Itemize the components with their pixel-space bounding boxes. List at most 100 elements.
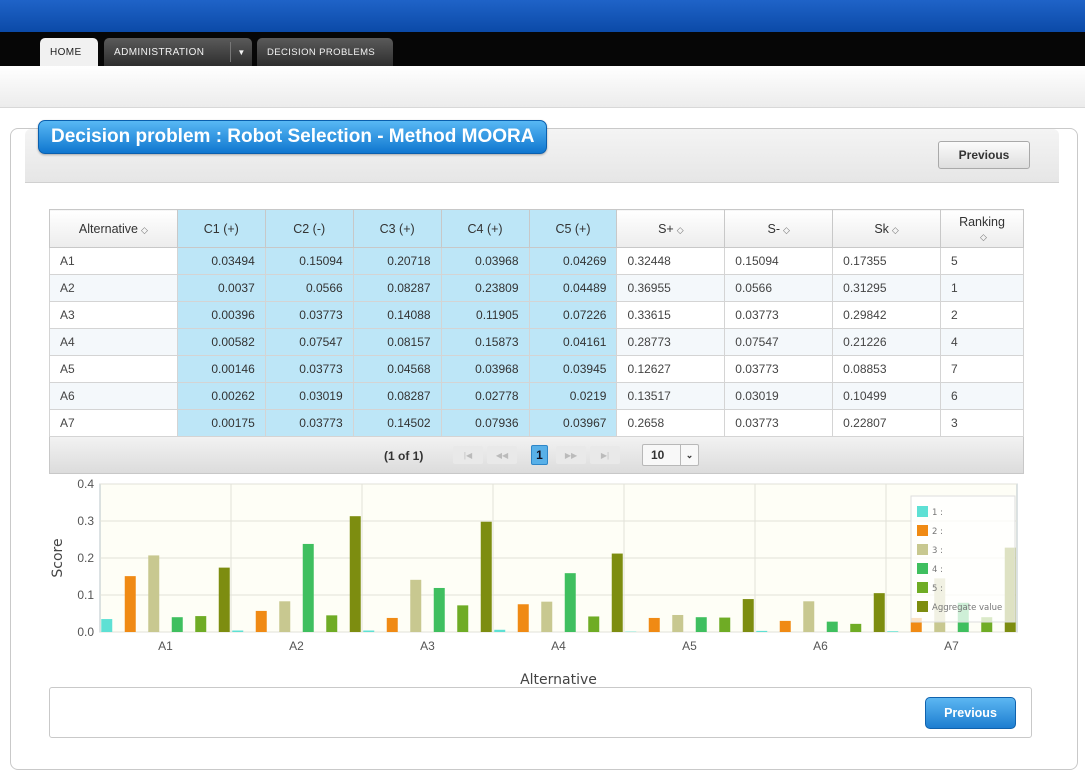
page-title: Decision problem : Robot Selection - Met… (38, 120, 548, 154)
prev-page-icon[interactable]: ◀◀ (487, 446, 517, 464)
table-cell: 6 (940, 382, 1024, 410)
last-page-icon[interactable]: ▶| (590, 446, 620, 464)
legend-label: 3 : (932, 546, 943, 556)
x-axis-title: Alternative (520, 672, 597, 686)
x-tick-label: A5 (682, 639, 697, 653)
table-cell: 2 (940, 301, 1024, 329)
sub-toolbar (0, 66, 1085, 108)
bar-5-A2 (326, 615, 338, 632)
table-cell: 0.07936 (440, 409, 530, 437)
legend-label: 4 : (932, 565, 943, 575)
y-tick-label: 0.0 (77, 625, 94, 639)
table-cell: 0.00582 (176, 328, 266, 356)
table-cell: A7 (49, 409, 178, 437)
y-tick-label: 0.4 (77, 477, 94, 491)
table-cell: 0.31295 (832, 274, 942, 302)
col-c4-label: C4 (+) (467, 221, 503, 236)
table-row[interactable]: A6 0.00262 0.03019 0.08287 0.02778 0.0219 0.13… (49, 382, 1024, 410)
chevron-down-icon[interactable]: ▼ (230, 42, 252, 62)
tab-decision-problems[interactable]: DECISION PROBLEMS (257, 38, 393, 66)
col-alternative-label: Alternative (78, 221, 138, 236)
sort-icon: ◇ (676, 224, 684, 235)
col-ranking[interactable]: Ranking ◇ (940, 209, 1024, 248)
table-cell: 0.08157 (352, 328, 442, 356)
table-cell: 0.14502 (352, 409, 442, 437)
bar-4-A1 (171, 617, 183, 632)
bar-1-A4 (494, 629, 506, 632)
table-row[interactable]: A4 0.00582 0.07547 0.08157 0.15873 0.04161 0.2… (49, 328, 1024, 356)
tab-administration[interactable]: ADMINISTRATION ▼ (104, 38, 252, 66)
bar-5-A4 (588, 616, 600, 632)
col-sk[interactable]: Sk ◇ (832, 209, 942, 248)
table-cell: 7 (940, 355, 1024, 383)
x-tick-label: A6 (813, 639, 828, 653)
bar-1-A7 (887, 631, 899, 632)
tab-administration-label: ADMINISTRATION (114, 46, 205, 58)
table-cell: 5 (940, 247, 1024, 275)
previous-button-top[interactable]: Previous (938, 141, 1030, 169)
table-cell: 0.10499 (832, 382, 942, 410)
legend-label: Aggregate value (932, 603, 1002, 613)
legend-swatch (917, 544, 928, 555)
table-cell: A1 (49, 247, 178, 275)
table-cell: 0.07547 (724, 328, 834, 356)
bar-6-A2 (349, 516, 361, 632)
bar-2-A1 (124, 576, 136, 632)
page-size-value: 10 (651, 448, 665, 462)
sort-icon: ◇ (891, 224, 899, 235)
first-page-icon[interactable]: |◀ (453, 446, 483, 464)
legend-label: 2 : (932, 527, 943, 537)
table-cell: 0.32448 (616, 247, 726, 275)
bar-1-A2 (232, 630, 244, 632)
table-cell: 0.20718 (352, 247, 442, 275)
table-cell: 0.04489 (528, 274, 618, 302)
table-row[interactable]: A1 0.03494 0.15094 0.20718 0.03968 0.04269 0.3… (49, 247, 1024, 275)
table-row[interactable]: A3 0.00396 0.03773 0.14088 0.11905 0.07226 0.3… (49, 301, 1024, 329)
table-cell: 0.36955 (616, 274, 726, 302)
col-s-minus-label: S- (767, 221, 781, 236)
table-cell: 0.04568 (352, 355, 442, 383)
table-cell: 0.0566 (724, 274, 834, 302)
next-page-icon[interactable]: ▶▶ (556, 446, 586, 464)
table-cell: 0.02778 (440, 382, 530, 410)
bar-3-A5 (672, 614, 684, 632)
col-c1: C1 (+) (176, 209, 266, 248)
table-cell: 0.11905 (440, 301, 530, 329)
table-header-row: Alternative ◇ C1 (+) C2 (-) C3 (+) C4 (+)… (49, 209, 1024, 248)
y-tick-label: 0.1 (77, 588, 94, 602)
col-c4: C4 (+) (440, 209, 530, 248)
results-table: Alternative ◇ C1 (+) C2 (-) C3 (+) C4 (+)… (49, 209, 1024, 437)
paginator: (1 of 1) |◀ ◀◀ 1 ▶▶ ▶| 10 ⌄ (49, 437, 1024, 474)
col-c1-label: C1 (+) (203, 221, 239, 236)
col-alternative[interactable]: Alternative ◇ (49, 209, 178, 248)
tab-home[interactable]: HOME (40, 38, 98, 66)
table-row[interactable]: A5 0.00146 0.03773 0.04568 0.03968 0.03945 0.1… (49, 355, 1024, 383)
col-c3-label: C3 (+) (379, 221, 415, 236)
col-s-plus[interactable]: S+ ◇ (616, 209, 726, 248)
previous-button-bottom[interactable]: Previous (925, 697, 1016, 729)
page-number-current[interactable]: 1 (531, 445, 548, 465)
bar-6-A4 (611, 553, 623, 632)
table-cell: 0.29842 (832, 301, 942, 329)
table-cell: 0.23809 (440, 274, 530, 302)
table-row[interactable]: A7 0.00175 0.03773 0.14502 0.07936 0.03967 0.2… (49, 409, 1024, 437)
col-c5-label: C5 (+) (555, 221, 591, 236)
bar-1-A1 (101, 619, 113, 632)
col-s-minus[interactable]: S- ◇ (724, 209, 834, 248)
table-cell: 0.00262 (176, 382, 266, 410)
table-row[interactable]: A2 0.0037 0.0566 0.08287 0.23809 0.04489 0.369… (49, 274, 1024, 302)
page-size-select[interactable]: 10 ⌄ (642, 444, 699, 466)
table-cell: A4 (49, 328, 178, 356)
table-cell: A6 (49, 382, 178, 410)
bar-2-A6 (779, 620, 791, 632)
sort-icon: ◇ (980, 231, 987, 242)
table-cell: 0.08287 (352, 274, 442, 302)
table-cell: 0.00396 (176, 301, 266, 329)
table-cell: A5 (49, 355, 178, 383)
x-tick-label: A4 (551, 639, 566, 653)
col-ranking-label: Ranking (959, 214, 1005, 229)
table-cell: 0.08287 (352, 382, 442, 410)
table-cell: 0.03019 (264, 382, 354, 410)
col-c5: C5 (+) (528, 209, 618, 248)
x-tick-label: A1 (158, 639, 173, 653)
